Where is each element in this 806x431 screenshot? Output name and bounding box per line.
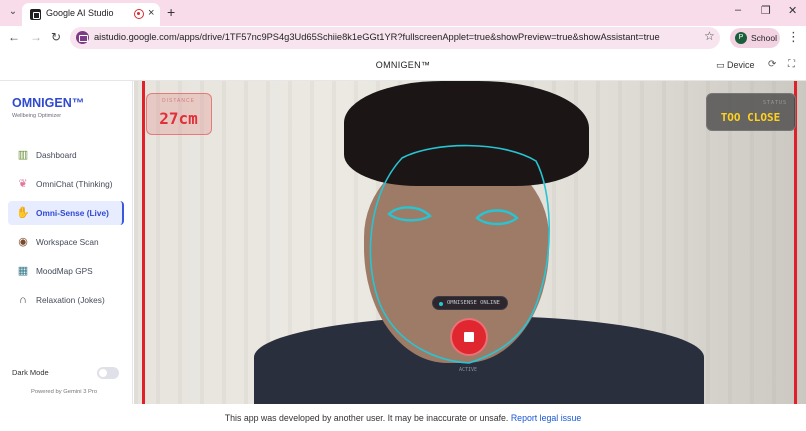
headphones-icon: ∩ bbox=[19, 294, 27, 306]
minimize-button[interactable]: – bbox=[735, 4, 741, 16]
browser-tab[interactable]: Google AI Studio × bbox=[22, 3, 160, 26]
device-icon: ▭ bbox=[716, 60, 725, 70]
status-value: TOO CLOSE bbox=[720, 111, 781, 124]
stop-icon bbox=[464, 332, 474, 342]
hand-icon: ✋ bbox=[16, 207, 30, 219]
left-eye-outline bbox=[387, 206, 432, 222]
dark-mode-toggle[interactable] bbox=[97, 367, 119, 379]
map-icon: ▦ bbox=[17, 265, 29, 277]
sidebar-item-omnichat[interactable]: ❦ OmniChat (Thinking) bbox=[8, 172, 124, 196]
profile-chip[interactable]: P School bbox=[730, 28, 780, 48]
report-legal-issue-link[interactable]: Report legal issue bbox=[511, 413, 581, 423]
window-close-button[interactable]: ✕ bbox=[788, 4, 797, 17]
browser-tab-strip: ⌄ Google AI Studio × + – ❐ ✕ bbox=[0, 0, 806, 26]
sidebar-item-label: Omni-Sense (Live) bbox=[36, 208, 109, 218]
sidebar-item-dashboard[interactable]: ▥ Dashboard bbox=[8, 143, 124, 167]
app-header: OMNIGEN™ ▭ Device ⟳ ⛶ bbox=[0, 50, 806, 81]
status-readout: STATUS TOO CLOSE bbox=[706, 93, 796, 131]
powered-by-text: Powered by Gemini 3 Pro bbox=[31, 389, 98, 395]
chart-icon: ▥ bbox=[17, 149, 29, 161]
distance-readout: DISTANCE 27cm bbox=[146, 93, 212, 135]
browser-menu-icon[interactable]: ⋮ bbox=[787, 29, 800, 45]
live-camera-view: DISTANCE 27cm STATUS TOO CLOSE OMNISENSE… bbox=[134, 81, 806, 404]
distance-value: 27cm bbox=[159, 109, 198, 128]
profile-label: School bbox=[751, 33, 777, 43]
avatar: P bbox=[735, 32, 747, 44]
status-label: STATUS bbox=[762, 100, 787, 106]
stop-session-button[interactable] bbox=[450, 318, 488, 356]
fullscreen-icon[interactable]: ⛶ bbox=[788, 59, 795, 70]
tab-search-button[interactable]: ⌄ bbox=[6, 5, 20, 19]
back-button[interactable]: ← bbox=[8, 30, 20, 44]
sidebar-item-label: Workspace Scan bbox=[36, 237, 99, 247]
restore-button[interactable]: ❐ bbox=[761, 4, 771, 17]
reload-button[interactable]: ↻ bbox=[51, 30, 61, 44]
sidebar-item-relaxation[interactable]: ∩ Relaxation (Jokes) bbox=[8, 288, 124, 312]
ai-studio-favicon-icon bbox=[30, 9, 41, 20]
forward-button[interactable]: → bbox=[30, 30, 42, 44]
sidebar-item-label: Dashboard bbox=[36, 150, 77, 160]
tab-title: Google AI Studio bbox=[46, 8, 114, 18]
site-info-icon[interactable] bbox=[76, 31, 89, 44]
alert-border-right bbox=[794, 81, 797, 404]
active-label: ACTIVE bbox=[459, 367, 478, 373]
alert-border-left bbox=[142, 81, 145, 404]
brand-subtitle: Wellbeing Optimizer bbox=[12, 113, 62, 119]
bookmark-star-icon[interactable]: ☆ bbox=[704, 29, 715, 43]
sidebar-item-label: OmniChat (Thinking) bbox=[36, 179, 113, 189]
device-button[interactable]: ▭ Device bbox=[716, 60, 755, 71]
sidebar-item-label: Relaxation (Jokes) bbox=[36, 295, 105, 305]
disclaimer-text: This app was developed by another user. … bbox=[224, 413, 509, 423]
new-tab-button[interactable]: + bbox=[167, 4, 175, 20]
dark-mode-label: Dark Mode bbox=[12, 368, 49, 377]
sidebar-item-workspace-scan[interactable]: ◉ Workspace Scan bbox=[8, 230, 124, 254]
online-dot-icon bbox=[439, 302, 443, 306]
eye-icon: ◉ bbox=[18, 236, 28, 248]
sidebar-item-moodmap[interactable]: ▦ MoodMap GPS bbox=[8, 259, 124, 283]
app-title: OMNIGEN™ bbox=[375, 60, 431, 70]
tab-close-icon[interactable]: × bbox=[148, 7, 154, 19]
browser-toolbar: ← → ↻ aistudio.google.com/apps/drive/1TF… bbox=[0, 26, 806, 50]
omnisense-status-label: OMNISENSE ONLINE bbox=[447, 300, 500, 306]
device-label: Device bbox=[727, 60, 755, 70]
right-eye-outline bbox=[475, 209, 519, 226]
sidebar-item-omni-sense[interactable]: ✋ Omni-Sense (Live) bbox=[8, 201, 124, 225]
distance-label: DISTANCE bbox=[162, 98, 195, 104]
url-text[interactable]: aistudio.google.com/apps/drive/1TF57nc9P… bbox=[94, 32, 660, 42]
address-bar[interactable]: aistudio.google.com/apps/drive/1TF57nc9P… bbox=[70, 27, 720, 49]
disclaimer-footer: This app was developed by another user. … bbox=[0, 404, 806, 431]
sidebar-item-label: MoodMap GPS bbox=[36, 266, 93, 276]
recording-indicator-icon bbox=[134, 9, 144, 19]
refresh-icon[interactable]: ⟳ bbox=[768, 59, 776, 70]
brand-title: OMNIGEN™ bbox=[12, 96, 85, 110]
omnisense-status-pill: OMNISENSE ONLINE bbox=[432, 296, 508, 310]
brain-icon: ❦ bbox=[18, 178, 28, 190]
sidebar: OMNIGEN™ Wellbeing Optimizer ▥ Dashboard… bbox=[0, 81, 133, 404]
